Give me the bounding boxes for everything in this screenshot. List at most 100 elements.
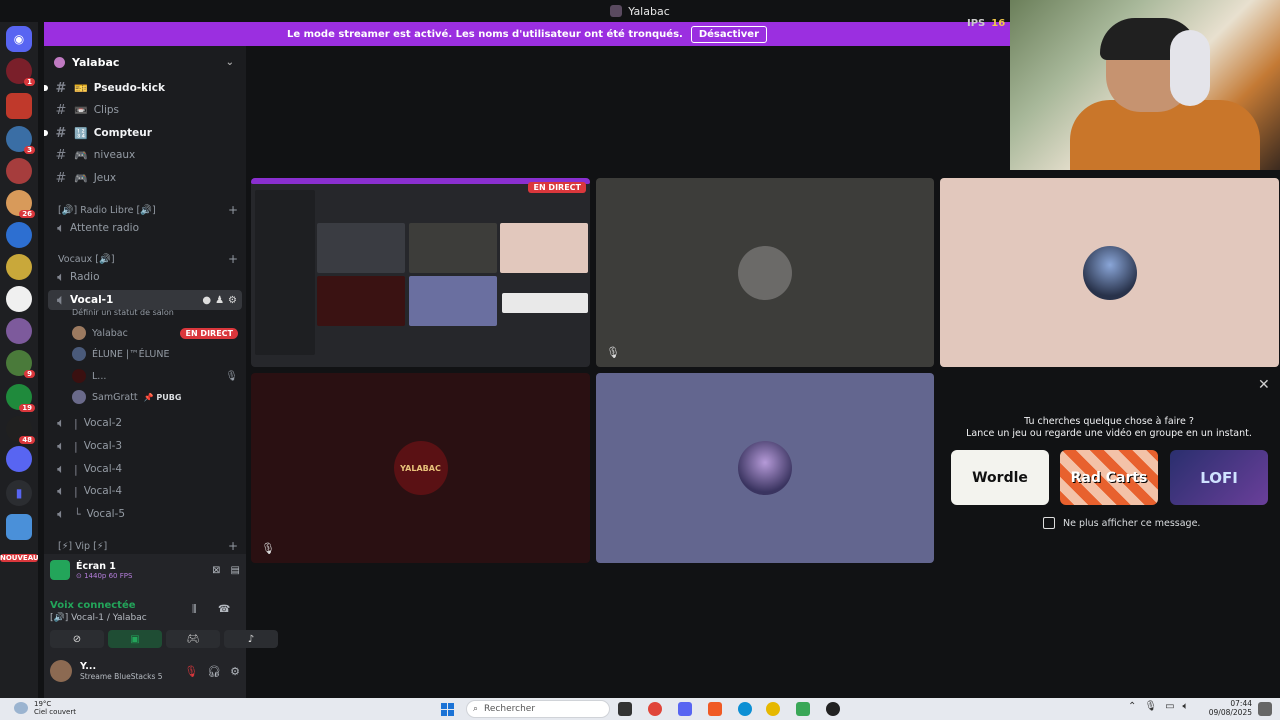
hash-icon: #: [55, 102, 67, 118]
invite-icon[interactable]: ♟: [215, 295, 224, 306]
activity-card-radcarts[interactable]: Rad Carts: [1060, 450, 1158, 505]
server-icon[interactable]: [6, 446, 32, 472]
discord-icon[interactable]: [678, 702, 692, 716]
channel-attente-radio[interactable]: 🔈︎ Attente radio: [48, 218, 242, 238]
close-icon[interactable]: ✕: [1258, 377, 1270, 393]
noise-icon[interactable]: ⫼: [192, 604, 197, 615]
headphones-icon[interactable]: 🎧︎: [207, 665, 221, 678]
server-icon[interactable]: [6, 158, 32, 184]
stop-share-icon[interactable]: ⊠: [212, 565, 220, 576]
bluestacks-icon[interactable]: [796, 702, 810, 716]
camera-off-button[interactable]: ⊘: [50, 630, 104, 648]
app-icon[interactable]: [766, 702, 780, 716]
dont-show-again[interactable]: Ne plus afficher ce message.: [1043, 517, 1200, 529]
channel-emoji: 🎮: [74, 171, 88, 185]
server-icon[interactable]: 19: [6, 384, 35, 412]
voice-status[interactable]: Voix connectée: [50, 600, 147, 611]
activity-card-lofi[interactable]: LOFI: [1170, 450, 1268, 505]
guild-header[interactable]: Yalabac ⌄: [44, 46, 246, 78]
unread-badge: 1: [24, 78, 35, 86]
channel-compteur[interactable]: # 🔢 Compteur: [44, 123, 242, 143]
weather-widget[interactable]: 19°C Ciel couvert: [14, 700, 76, 716]
brave-icon[interactable]: [708, 702, 722, 716]
channel-clips[interactable]: # 📼 Clips: [48, 100, 242, 120]
channel-pseudo-kick[interactable]: # 🎫 Pseudo-kick: [44, 78, 242, 98]
channel-radio[interactable]: 🔈︎ Radio: [48, 267, 242, 287]
voice-user[interactable]: SamGratt 📌 PUBG: [72, 388, 238, 406]
divider-bar: |: [74, 416, 78, 430]
server-icon[interactable]: 3: [6, 126, 35, 154]
server-icon[interactable]: [6, 514, 32, 540]
server-icon[interactable]: [6, 318, 32, 344]
checkbox[interactable]: [1043, 517, 1055, 529]
clock-time: 07:44: [1230, 699, 1252, 708]
obs-icon[interactable]: [826, 702, 840, 716]
plus-icon[interactable]: +: [228, 539, 238, 553]
voice-channel[interactable]: [🔊] Vocal-1 / Yalabac: [50, 613, 147, 623]
channel-vocal-2[interactable]: 🔈︎ | Vocal-2: [48, 413, 242, 433]
channel-name: Radio: [70, 271, 100, 283]
folder-icon[interactable]: ▮: [6, 480, 32, 506]
gear-icon[interactable]: ⚙: [228, 295, 237, 306]
server-icon[interactable]: 9: [6, 350, 35, 378]
category-radio-libre[interactable]: [🔊] Radio Libre [🔊] +: [58, 203, 238, 217]
channel-emoji: 🔢: [74, 126, 88, 140]
disable-streamer-button[interactable]: Désactiver: [690, 25, 767, 43]
voice-user[interactable]: ÉLUNE |™ÉLUNE: [72, 345, 238, 363]
server-icon[interactable]: [6, 222, 32, 248]
preview-tile: [317, 223, 405, 273]
chevron-up-icon[interactable]: ⌃: [1128, 701, 1136, 712]
soundboard-button[interactable]: ♪: [224, 630, 278, 648]
category-vocaux[interactable]: Vocaux [🔊] +: [58, 252, 238, 266]
chat-icon[interactable]: ●: [202, 295, 211, 306]
taskbar-search[interactable]: ⌕ Rechercher: [466, 700, 610, 718]
server-icon[interactable]: 48: [6, 416, 35, 444]
screen-share-tile[interactable]: EN DIRECT: [251, 178, 590, 367]
server-icon[interactable]: [6, 286, 32, 312]
activity-card-wordle[interactable]: Wordle: [951, 450, 1049, 505]
server-icon[interactable]: [6, 254, 32, 280]
server-icon[interactable]: 26: [6, 190, 35, 218]
plus-icon[interactable]: +: [228, 252, 238, 266]
plus-icon[interactable]: +: [228, 203, 238, 217]
channel-niveaux[interactable]: # 🎮 niveaux: [48, 145, 242, 165]
server-icon[interactable]: [6, 93, 32, 119]
participant-tile[interactable]: 🎙︎: [596, 178, 934, 367]
speaker-icon: 🔈︎: [57, 220, 65, 236]
hash-icon: #: [55, 80, 67, 96]
task-view-icon[interactable]: [618, 702, 632, 716]
channel-vocal-3[interactable]: 🔈︎ | Vocal-3: [48, 436, 242, 456]
category-vip[interactable]: [⚡] Vip [⚡] +: [58, 539, 238, 553]
channel-vocal-4[interactable]: 🔈︎ | Vocal-4: [48, 459, 242, 479]
network-icon[interactable]: ▭: [1165, 701, 1174, 712]
gear-icon[interactable]: ⚙: [230, 665, 240, 678]
edge-icon[interactable]: [738, 702, 752, 716]
server-icon[interactable]: 1: [6, 58, 35, 86]
activity-button[interactable]: 🎮︎: [166, 630, 220, 648]
participant-tile[interactable]: YALABAC 🎙︎: [251, 373, 590, 563]
avatar: [72, 390, 86, 404]
windows-start-icon[interactable]: [441, 703, 455, 716]
avatar[interactable]: [50, 660, 72, 682]
channel-name: Vocal-3: [83, 440, 123, 452]
channel-name: Pseudo-kick: [93, 82, 165, 94]
notifications-icon[interactable]: [1258, 702, 1272, 716]
channel-vocal-5[interactable]: 🔈︎ └ Vocal-5: [48, 504, 242, 524]
screen-share-button[interactable]: ▣: [108, 630, 162, 648]
mic-icon[interactable]: 🎙︎: [1144, 701, 1157, 712]
participant-tile[interactable]: [596, 373, 934, 563]
voice-user[interactable]: Yalabac EN DIRECT: [72, 324, 238, 342]
participant-tile[interactable]: [940, 178, 1279, 367]
clock[interactable]: 07:44 09/08/2025: [1206, 699, 1252, 717]
volume-icon[interactable]: 🔈︎: [1183, 701, 1189, 712]
channel-vocal-4b[interactable]: 🔈︎ | Vocal-4: [48, 481, 242, 501]
channel-vocal-1[interactable]: 🔈︎ Vocal-1 ● ♟ ⚙: [48, 290, 242, 310]
disconnect-icon[interactable]: ☎: [218, 604, 230, 615]
channel-status-placeholder[interactable]: Définir un statut de salon: [72, 308, 174, 317]
mic-muted-icon[interactable]: 🎙︎: [184, 665, 198, 678]
channel-jeux[interactable]: # 🎮 Jeux: [48, 168, 242, 188]
discord-home-icon[interactable]: ◉: [6, 26, 32, 52]
voice-user[interactable]: L... 🎙︎: [72, 367, 238, 385]
share-settings-icon[interactable]: ▤: [231, 565, 240, 576]
chrome-icon[interactable]: [648, 702, 662, 716]
